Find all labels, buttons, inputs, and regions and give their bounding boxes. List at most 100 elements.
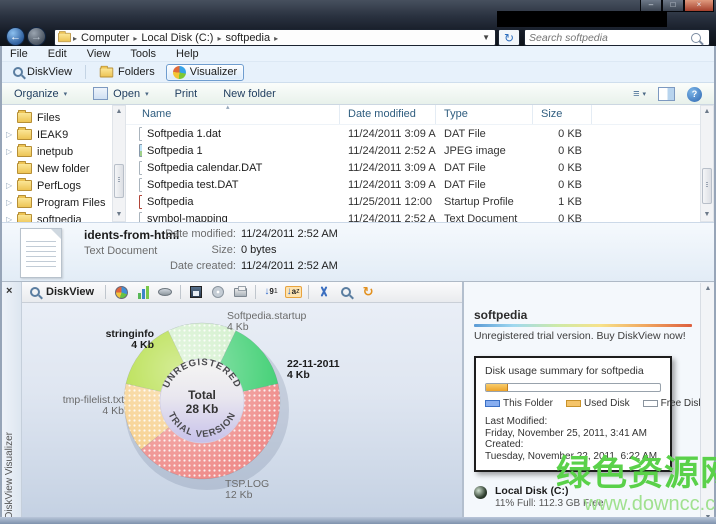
plugin-toolbar: DiskView FoldersVisualizer bbox=[0, 62, 716, 83]
tree-item-perflogs[interactable]: ▷PerfLogs bbox=[0, 177, 112, 194]
pie-chart-icon[interactable] bbox=[111, 284, 131, 301]
file-row[interactable]: Softpedia calendar.DAT11/24/2011 3:09 AM… bbox=[126, 159, 700, 176]
save-icon[interactable] bbox=[186, 284, 206, 301]
scroll-down-icon[interactable]: ▼ bbox=[113, 209, 125, 221]
search-box[interactable] bbox=[524, 29, 710, 46]
column-header-date-modified[interactable]: Date modified bbox=[340, 105, 436, 124]
scrollbar-thumb[interactable] bbox=[702, 168, 712, 204]
toolbar-visualizer-button[interactable]: Visualizer bbox=[166, 64, 245, 81]
expander-icon[interactable]: ▷ bbox=[6, 198, 17, 207]
help-button[interactable] bbox=[687, 87, 702, 102]
preview-pane-button[interactable] bbox=[658, 87, 675, 101]
folder-icon bbox=[17, 197, 32, 208]
tools-icon[interactable] bbox=[314, 284, 334, 301]
trial-notice[interactable]: Unregistered trial version. Buy DiskView… bbox=[474, 330, 700, 342]
column-header-size[interactable]: Size bbox=[533, 105, 592, 124]
tree-item-new-folder[interactable]: New folder bbox=[0, 160, 112, 177]
close-button[interactable]: × bbox=[684, 0, 714, 12]
menu-help[interactable]: Help bbox=[176, 48, 199, 60]
list-scrollbar[interactable]: ▲ ▼ bbox=[700, 105, 714, 222]
refresh-icon[interactable]: ↻ bbox=[358, 284, 378, 301]
expander-icon[interactable]: ▷ bbox=[6, 181, 17, 190]
diskview-side-strip: × DiskView Visualizer bbox=[0, 282, 22, 524]
expander-icon[interactable]: ▷ bbox=[6, 215, 17, 222]
column-header-name[interactable]: Name bbox=[126, 105, 340, 124]
toolbar-separator bbox=[85, 65, 86, 79]
breadcrumb: ▸Computer▸Local Disk (C:)▸softpedia▸ bbox=[72, 32, 279, 44]
tree-item-files[interactable]: Files bbox=[0, 109, 112, 126]
address-dropdown-icon[interactable]: ▼ bbox=[479, 33, 493, 42]
tree-scrollbar[interactable]: ▲ ▼ bbox=[112, 105, 126, 222]
sort-ascending-icon: ▴ bbox=[226, 105, 230, 111]
file-row[interactable]: Softpedia 1.dat11/24/2011 3:09 AMDAT Fil… bbox=[126, 125, 700, 142]
address-bar[interactable]: ▸Computer▸Local Disk (C:)▸softpedia▸ ▼ bbox=[54, 29, 496, 46]
scroll-up-icon[interactable]: ▲ bbox=[701, 106, 713, 118]
file-name: Softpedia bbox=[142, 196, 340, 208]
diskview-icon[interactable] bbox=[336, 284, 356, 301]
visualizer-icon bbox=[173, 66, 186, 79]
file-size: 0 KB bbox=[533, 162, 592, 174]
file-date-modified: 11/24/2011 3:09 AM bbox=[340, 162, 436, 174]
file-size: 0 KB bbox=[533, 145, 592, 157]
column-header-type[interactable]: Type bbox=[436, 105, 533, 124]
open-icon bbox=[93, 87, 108, 100]
menu-edit[interactable]: Edit bbox=[48, 48, 67, 60]
bar-chart-icon[interactable] bbox=[133, 284, 153, 301]
sort-numeric-icon[interactable]: ↓91 bbox=[261, 284, 281, 301]
forward-button[interactable]: → bbox=[27, 27, 46, 46]
command-organize[interactable]: Organize▾ bbox=[14, 88, 67, 100]
dropdown-arrow-icon: ▾ bbox=[145, 90, 149, 98]
command-bar: Organize▾ Open ▾ Print New folder ≡▾ bbox=[0, 83, 716, 105]
breadcrumb-item-softpedia[interactable]: softpedia bbox=[222, 32, 273, 44]
tree-item-program-files[interactable]: ▷Program Files bbox=[0, 194, 112, 211]
tree-item-softpedia[interactable]: ▷softpedia bbox=[0, 211, 112, 222]
expander-icon[interactable]: ▷ bbox=[6, 130, 17, 139]
sort-alpha-icon[interactable]: ↓az bbox=[283, 284, 303, 301]
search-input[interactable] bbox=[525, 32, 691, 44]
command-new-folder[interactable]: New folder bbox=[223, 88, 276, 100]
tree-item-label: Files bbox=[37, 112, 60, 124]
segment-value: 4 Kb bbox=[82, 340, 154, 351]
dropdown-arrow-icon: ▾ bbox=[64, 90, 68, 98]
scroll-up-icon[interactable]: ▲ bbox=[701, 283, 715, 295]
breadcrumb-item-computer[interactable]: Computer bbox=[78, 32, 132, 44]
panel-close-icon[interactable]: × bbox=[6, 286, 12, 297]
toolbar-folders-button[interactable]: Folders bbox=[92, 64, 162, 80]
file-row[interactable]: Softpedia11/25/2011 12:00 ...Startup Pro… bbox=[126, 193, 700, 210]
menu-view[interactable]: View bbox=[87, 48, 111, 60]
file-type: DAT File bbox=[436, 128, 533, 140]
segment-value: 4 Kb bbox=[52, 406, 124, 417]
menu-file[interactable]: File bbox=[10, 48, 28, 60]
file-row[interactable]: Softpedia test.DAT11/24/2011 3:09 AMDAT … bbox=[126, 176, 700, 193]
expander-icon[interactable]: ▷ bbox=[6, 147, 17, 156]
disk-icon[interactable] bbox=[155, 284, 175, 301]
command-print[interactable]: Print bbox=[175, 88, 198, 100]
file-type: DAT File bbox=[436, 179, 533, 191]
report-icon[interactable] bbox=[208, 284, 228, 301]
refresh-button[interactable]: ↻ bbox=[498, 29, 520, 46]
breadcrumb-item-local-disk-c-[interactable]: Local Disk (C:) bbox=[138, 32, 216, 44]
back-button[interactable]: ← bbox=[6, 27, 25, 46]
explorer-window: – □ × ← → ▸Computer▸Local Disk (C:)▸soft… bbox=[0, 0, 716, 524]
scrollbar-thumb[interactable] bbox=[114, 164, 124, 198]
scroll-up-icon[interactable]: ▲ bbox=[113, 106, 125, 118]
file-row[interactable]: Softpedia 111/24/2011 2:52 AMJPEG image0… bbox=[126, 142, 700, 159]
tree-item-ieak9[interactable]: ▷IEAK9 bbox=[0, 126, 112, 143]
file-date-modified: 11/24/2011 2:52 AM bbox=[340, 213, 436, 223]
svg-text:Total: Total bbox=[188, 388, 216, 402]
command-open[interactable]: Open ▾ bbox=[93, 87, 148, 100]
command-label: Open bbox=[113, 88, 140, 100]
last-modified-label: Last Modified: bbox=[485, 416, 661, 428]
disk-usage-chart: UNREGISTERED TRIAL VERSION Total 28 Kb S… bbox=[22, 303, 462, 524]
tree-item-inetpub[interactable]: ▷inetpub bbox=[0, 143, 112, 160]
file-row[interactable]: symbol-mapping11/24/2011 2:52 AMText Doc… bbox=[126, 210, 700, 222]
views-button[interactable]: ≡▾ bbox=[633, 88, 646, 100]
scroll-down-icon[interactable]: ▼ bbox=[701, 209, 713, 221]
legend-item-used-disk: Used Disk bbox=[566, 398, 630, 409]
date-created-label: Date created: bbox=[150, 260, 236, 272]
file-name: Softpedia 1 bbox=[142, 145, 340, 157]
menu-tools[interactable]: Tools bbox=[130, 48, 156, 60]
toolbar-diskview-button[interactable]: DiskView bbox=[6, 64, 79, 80]
print-icon[interactable] bbox=[230, 284, 250, 301]
segment-value: 4 Kb bbox=[287, 370, 340, 381]
